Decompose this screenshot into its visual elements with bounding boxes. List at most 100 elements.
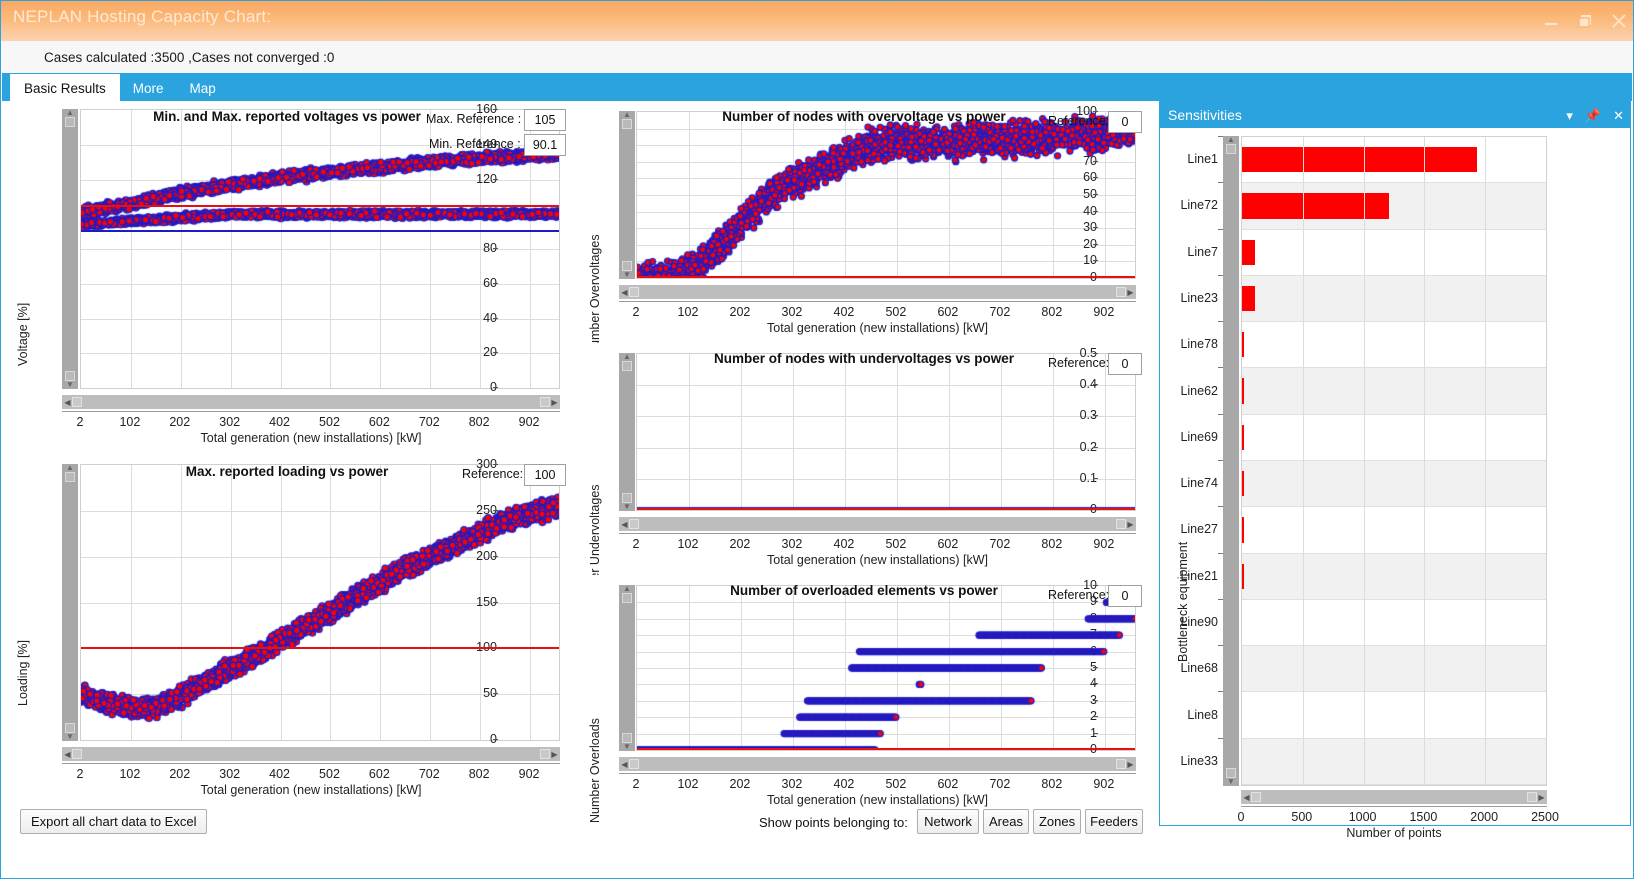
sensitivities-vscrollbar[interactable]: ▲ ▼ bbox=[1223, 136, 1239, 786]
overloads-reference-input[interactable]: 0 bbox=[1108, 585, 1142, 607]
sensitivities-hscrollbar[interactable]: ◀ ▶ bbox=[1241, 790, 1547, 804]
export-chart-data-button[interactable]: Export all chart data to Excel bbox=[20, 809, 208, 834]
scroll-down-icon[interactable]: ▼ bbox=[1227, 778, 1235, 786]
scroll-left-icon[interactable]: ◀ bbox=[63, 398, 72, 407]
scroll-up-icon[interactable]: ▲ bbox=[66, 109, 74, 117]
x-axis-tick-label: 502 bbox=[319, 415, 340, 429]
scroll-thumb-top[interactable] bbox=[622, 593, 632, 603]
chart-undervoltage-hscrollbar[interactable]: ◀ ▶ bbox=[619, 517, 1136, 531]
sensitivities-row[interactable] bbox=[1242, 507, 1546, 554]
max-reference-input[interactable]: 105 bbox=[524, 109, 566, 131]
scroll-thumb-left[interactable] bbox=[629, 759, 639, 769]
undervoltage-reference-input[interactable]: 0 bbox=[1108, 353, 1142, 375]
chart-undervoltage-vscrollbar[interactable]: ▲ ▼ bbox=[619, 353, 635, 511]
scroll-down-icon[interactable]: ▼ bbox=[623, 743, 631, 751]
scroll-left-icon[interactable]: ◀ bbox=[63, 750, 72, 759]
scroll-up-icon[interactable]: ▲ bbox=[623, 111, 631, 119]
sensitivities-row[interactable] bbox=[1242, 600, 1546, 647]
sensitivities-row[interactable] bbox=[1242, 461, 1546, 508]
tab-map[interactable]: Map bbox=[177, 75, 229, 101]
scroll-right-icon[interactable]: ▶ bbox=[550, 750, 559, 759]
chart-overloads-hscrollbar[interactable]: ◀ ▶ bbox=[619, 757, 1136, 771]
reference-line bbox=[81, 230, 559, 233]
chart-overloads-vscrollbar[interactable]: ▲ ▼ bbox=[619, 585, 635, 751]
scroll-thumb-left[interactable] bbox=[72, 749, 82, 759]
sensitivities-row[interactable] bbox=[1242, 692, 1546, 739]
sensitivities-row[interactable] bbox=[1242, 368, 1546, 415]
scroll-thumb-top[interactable] bbox=[65, 117, 75, 127]
scroll-thumb-left[interactable] bbox=[1251, 792, 1261, 802]
scroll-thumb-left[interactable] bbox=[629, 287, 639, 297]
x-axis-tick-label: 2 bbox=[632, 305, 640, 319]
sensitivities-bar bbox=[1242, 193, 1390, 219]
min-reference-input[interactable]: 90.1 bbox=[524, 134, 566, 156]
sensitivities-row[interactable] bbox=[1242, 183, 1546, 230]
filter-zones-button[interactable]: Zones bbox=[1033, 809, 1081, 834]
scroll-right-icon[interactable]: ▶ bbox=[1126, 520, 1135, 529]
chevron-down-icon[interactable]: ▾ bbox=[1566, 109, 1573, 122]
chart-overvoltage-vscrollbar[interactable]: ▲ ▼ bbox=[619, 111, 635, 279]
pin-icon[interactable]: 📌 bbox=[1585, 109, 1601, 122]
scroll-right-icon[interactable]: ▶ bbox=[1126, 760, 1135, 769]
scroll-down-icon[interactable]: ▼ bbox=[66, 733, 74, 741]
close-icon[interactable]: ✕ bbox=[1613, 109, 1624, 122]
reference-line bbox=[81, 204, 559, 207]
scroll-thumb-top[interactable] bbox=[622, 361, 632, 371]
scroll-thumb-right[interactable] bbox=[1116, 287, 1126, 297]
close-icon[interactable] bbox=[1609, 11, 1629, 31]
restore-icon[interactable] bbox=[1575, 11, 1595, 31]
scroll-up-icon[interactable]: ▲ bbox=[623, 585, 631, 593]
sensitivities-row[interactable] bbox=[1242, 553, 1546, 600]
scroll-right-icon[interactable]: ▶ bbox=[550, 398, 559, 407]
filter-network-button[interactable]: Network bbox=[917, 809, 979, 834]
chart-loading-hscrollbar[interactable]: ◀ ▶ bbox=[62, 747, 560, 761]
scroll-thumb-top[interactable] bbox=[1226, 144, 1236, 154]
sensitivities-row[interactable] bbox=[1242, 137, 1546, 184]
x-axis-tick-label: 902 bbox=[1093, 537, 1115, 551]
scroll-thumb-left[interactable] bbox=[72, 397, 82, 407]
scroll-left-icon[interactable]: ◀ bbox=[620, 288, 629, 297]
scroll-left-icon[interactable]: ◀ bbox=[620, 760, 629, 769]
scroll-thumb-right[interactable] bbox=[1116, 519, 1126, 529]
chart-voltages-vscrollbar[interactable]: ▲ ▼ bbox=[62, 109, 78, 389]
scroll-thumb-right[interactable] bbox=[1527, 792, 1537, 802]
filter-feeders-button[interactable]: Feeders bbox=[1085, 809, 1143, 834]
scroll-left-icon[interactable]: ◀ bbox=[1242, 793, 1251, 802]
scroll-thumb-top[interactable] bbox=[622, 119, 632, 129]
scroll-up-icon[interactable]: ▲ bbox=[1227, 136, 1235, 144]
scroll-down-icon[interactable]: ▼ bbox=[623, 503, 631, 511]
minimize-icon[interactable] bbox=[1541, 11, 1561, 31]
x-axis-tick-label: 602 bbox=[937, 305, 959, 319]
scroll-down-icon[interactable]: ▼ bbox=[66, 381, 74, 389]
x-axis-tick-label: 302 bbox=[781, 305, 803, 319]
scroll-down-icon[interactable]: ▼ bbox=[623, 271, 631, 279]
scroll-left-icon[interactable]: ◀ bbox=[620, 520, 629, 529]
tab-more[interactable]: More bbox=[120, 75, 177, 101]
scroll-thumb-left[interactable] bbox=[629, 519, 639, 529]
scroll-thumb-right[interactable] bbox=[540, 397, 550, 407]
sensitivities-row[interactable] bbox=[1242, 230, 1546, 276]
scroll-thumb-right[interactable] bbox=[1116, 759, 1126, 769]
chart-overloads-xlabel: Total generation (new installations) [kW… bbox=[767, 793, 988, 807]
sensitivities-row[interactable] bbox=[1242, 322, 1546, 369]
chart-voltages-hscrollbar[interactable]: ◀ ▶ bbox=[62, 395, 560, 409]
sensitivities-row[interactable] bbox=[1242, 646, 1546, 693]
scroll-thumb-right[interactable] bbox=[540, 749, 550, 759]
sensitivities-row[interactable] bbox=[1242, 415, 1546, 461]
chart-undervoltage-xlabel: Total generation (new installations) [kW… bbox=[767, 553, 988, 567]
tab-basic-results[interactable]: Basic Results bbox=[10, 74, 120, 101]
chart-overvoltage-hscrollbar[interactable]: ◀ ▶ bbox=[619, 285, 1136, 299]
scroll-right-icon[interactable]: ▶ bbox=[1537, 793, 1546, 802]
loading-reference-input[interactable]: 100 bbox=[524, 464, 566, 486]
scroll-thumb-top[interactable] bbox=[65, 472, 75, 482]
sensitivities-bar bbox=[1242, 146, 1477, 173]
reference-line bbox=[81, 647, 559, 650]
scroll-up-icon[interactable]: ▲ bbox=[66, 464, 74, 472]
overvoltage-reference-input[interactable]: 0 bbox=[1108, 111, 1142, 133]
scroll-up-icon[interactable]: ▲ bbox=[623, 353, 631, 361]
filter-areas-button[interactable]: Areas bbox=[983, 809, 1029, 834]
chart-loading-vscrollbar[interactable]: ▲ ▼ bbox=[62, 464, 78, 741]
sensitivities-row[interactable] bbox=[1242, 275, 1546, 323]
scroll-right-icon[interactable]: ▶ bbox=[1126, 288, 1135, 297]
sensitivities-row[interactable] bbox=[1242, 738, 1546, 785]
